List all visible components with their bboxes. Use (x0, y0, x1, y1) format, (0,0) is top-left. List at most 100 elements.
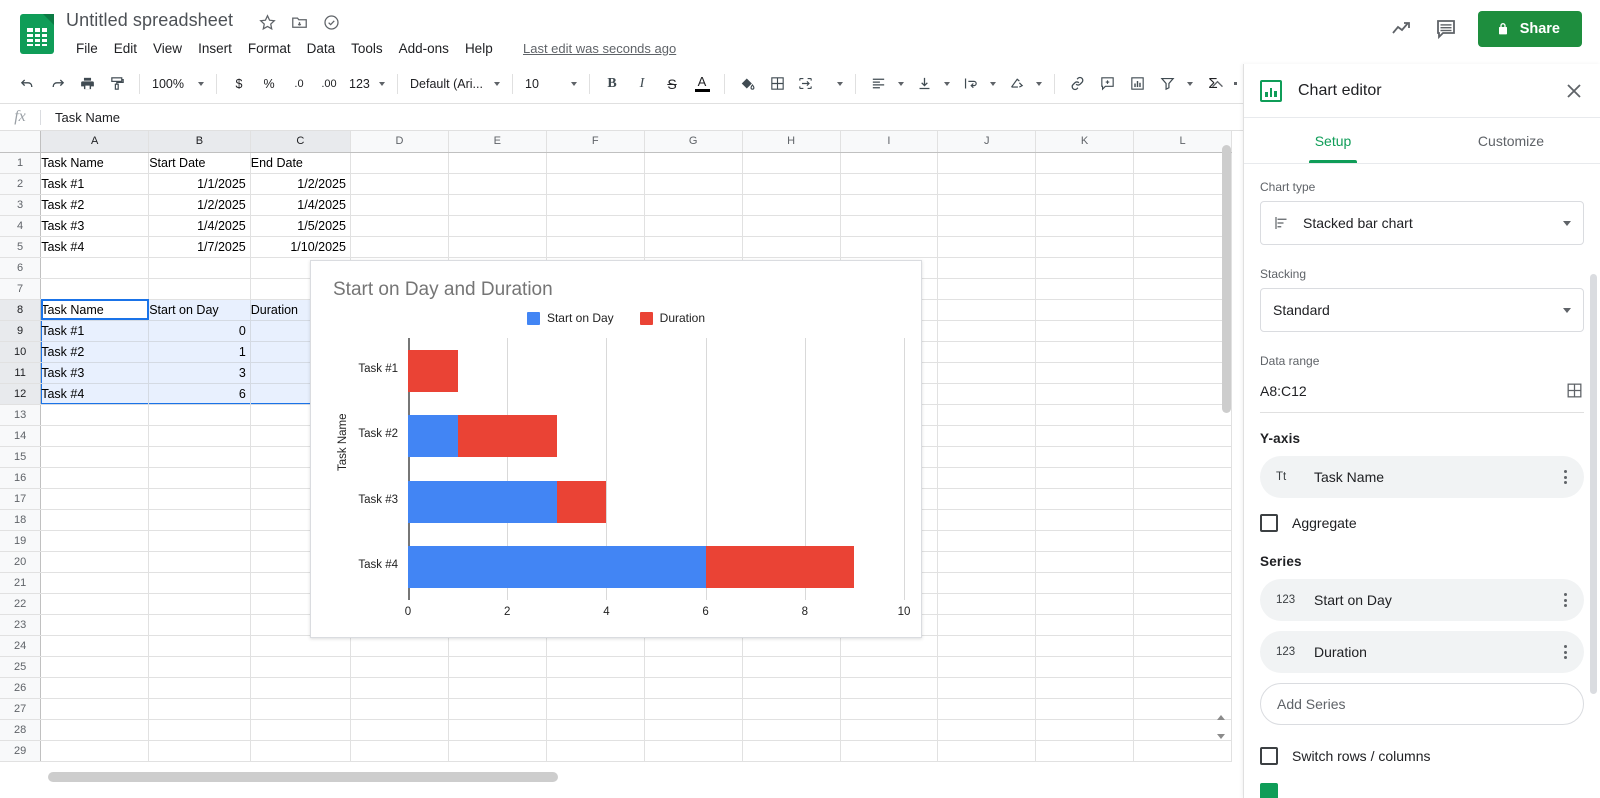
cell-J19[interactable] (937, 530, 1037, 552)
cell-J5[interactable] (937, 236, 1037, 258)
cell-K16[interactable] (1035, 467, 1135, 489)
cell-G1[interactable] (644, 152, 743, 174)
cell-A18[interactable] (40, 509, 150, 531)
cell-L22[interactable] (1133, 593, 1232, 615)
cell-A24[interactable] (40, 635, 150, 657)
cell-K17[interactable] (1035, 488, 1135, 510)
cell-K7[interactable] (1035, 278, 1135, 300)
menu-file[interactable]: File (68, 38, 106, 59)
cell-J18[interactable] (937, 509, 1037, 531)
cell-I27[interactable] (840, 698, 939, 720)
cell-A10[interactable]: Task #2 (40, 341, 150, 363)
menu-view[interactable]: View (145, 38, 190, 59)
cell-C24[interactable] (250, 635, 351, 657)
cell-A11[interactable]: Task #3 (40, 362, 150, 384)
cell-L16[interactable] (1133, 467, 1232, 489)
menu-insert[interactable]: Insert (190, 38, 240, 59)
row-header-17[interactable]: 17 (0, 488, 42, 510)
chart-bar-segment-start-on-day[interactable] (408, 480, 557, 523)
formula-input[interactable]: Task Name (55, 110, 120, 125)
row-header-25[interactable]: 25 (0, 656, 42, 678)
cell-H3[interactable] (742, 194, 841, 216)
cell-B14[interactable] (148, 425, 251, 447)
cell-B13[interactable] (148, 404, 251, 426)
tab-setup[interactable]: Setup (1244, 118, 1422, 163)
cell-B25[interactable] (148, 656, 251, 678)
cell-L2[interactable] (1133, 173, 1232, 195)
cell-E3[interactable] (448, 194, 547, 216)
cell-G2[interactable] (644, 173, 743, 195)
cell-A26[interactable] (40, 677, 150, 699)
column-header-b[interactable]: B (148, 131, 251, 153)
zoom-selector[interactable]: 100% (147, 70, 209, 98)
cell-B15[interactable] (148, 446, 251, 468)
strikethrough-button[interactable]: S (657, 69, 687, 99)
row-header-9[interactable]: 9 (0, 320, 42, 342)
cell-K15[interactable] (1035, 446, 1135, 468)
text-wrapping-button[interactable] (955, 69, 985, 99)
cell-L1[interactable] (1133, 152, 1232, 174)
cell-H29[interactable] (742, 740, 841, 762)
series-chip-duration[interactable]: 123 Duration (1260, 631, 1584, 673)
merge-cells-dropdown[interactable] (832, 69, 848, 99)
cell-C25[interactable] (250, 656, 351, 678)
row-header-3[interactable]: 3 (0, 194, 42, 216)
cell-J12[interactable] (937, 383, 1037, 405)
font-selector[interactable]: Default (Ari... (405, 70, 505, 98)
cell-J8[interactable] (937, 299, 1037, 321)
collapse-toolbar-button[interactable] (1203, 70, 1231, 98)
cell-B20[interactable] (148, 551, 251, 573)
cell-K20[interactable] (1035, 551, 1135, 573)
text-color-button[interactable]: A (687, 69, 717, 99)
filter-dropdown[interactable] (1182, 69, 1198, 99)
cell-B21[interactable] (148, 572, 251, 594)
row-header-15[interactable]: 15 (0, 446, 42, 468)
cell-I5[interactable] (840, 236, 939, 258)
cell-H25[interactable] (742, 656, 841, 678)
chart-bar-4[interactable] (408, 546, 904, 589)
cell-D25[interactable] (350, 656, 449, 678)
add-series-button[interactable]: Add Series (1260, 683, 1584, 725)
cell-K12[interactable] (1035, 383, 1135, 405)
legend-item-1[interactable]: Start on Day (526, 311, 614, 325)
cell-I29[interactable] (840, 740, 939, 762)
cell-B2[interactable]: 1/1/2025 (148, 173, 251, 195)
row-header-5[interactable]: 5 (0, 236, 42, 258)
cell-A19[interactable] (40, 530, 150, 552)
paint-format-button[interactable] (102, 69, 132, 99)
select-all-corner[interactable] (0, 131, 42, 153)
cell-A17[interactable] (40, 488, 150, 510)
cell-B6[interactable] (148, 257, 251, 279)
cell-E2[interactable] (448, 173, 547, 195)
row-header-13[interactable]: 13 (0, 404, 42, 426)
cell-B26[interactable] (148, 677, 251, 699)
row-header-24[interactable]: 24 (0, 635, 42, 657)
cell-G5[interactable] (644, 236, 743, 258)
cell-F27[interactable] (546, 698, 645, 720)
cell-J24[interactable] (937, 635, 1037, 657)
cell-I1[interactable] (840, 152, 939, 174)
fill-color-button[interactable] (732, 69, 762, 99)
vertical-align-button[interactable] (909, 69, 939, 99)
cell-A23[interactable] (40, 614, 150, 636)
cell-F5[interactable] (546, 236, 645, 258)
cell-K22[interactable] (1035, 593, 1135, 615)
row-header-19[interactable]: 19 (0, 530, 42, 552)
cell-C5[interactable]: 1/10/2025 (250, 236, 351, 258)
cell-J22[interactable] (937, 593, 1037, 615)
insert-comment-button[interactable] (1092, 69, 1122, 99)
cell-B28[interactable] (148, 719, 251, 741)
chart-object[interactable]: Start on Day and Duration Start on Day Du… (310, 260, 922, 638)
cell-K5[interactable] (1035, 236, 1135, 258)
chart-bar-2[interactable] (408, 415, 904, 458)
cell-L21[interactable] (1133, 572, 1232, 594)
cell-D26[interactable] (350, 677, 449, 699)
data-range-row[interactable]: A8:C12 (1260, 375, 1584, 413)
cell-B12[interactable]: 6 (148, 383, 251, 405)
cell-F24[interactable] (546, 635, 645, 657)
redo-button[interactable] (42, 69, 72, 99)
cell-F2[interactable] (546, 173, 645, 195)
cell-F26[interactable] (546, 677, 645, 699)
cell-D27[interactable] (350, 698, 449, 720)
cell-F25[interactable] (546, 656, 645, 678)
